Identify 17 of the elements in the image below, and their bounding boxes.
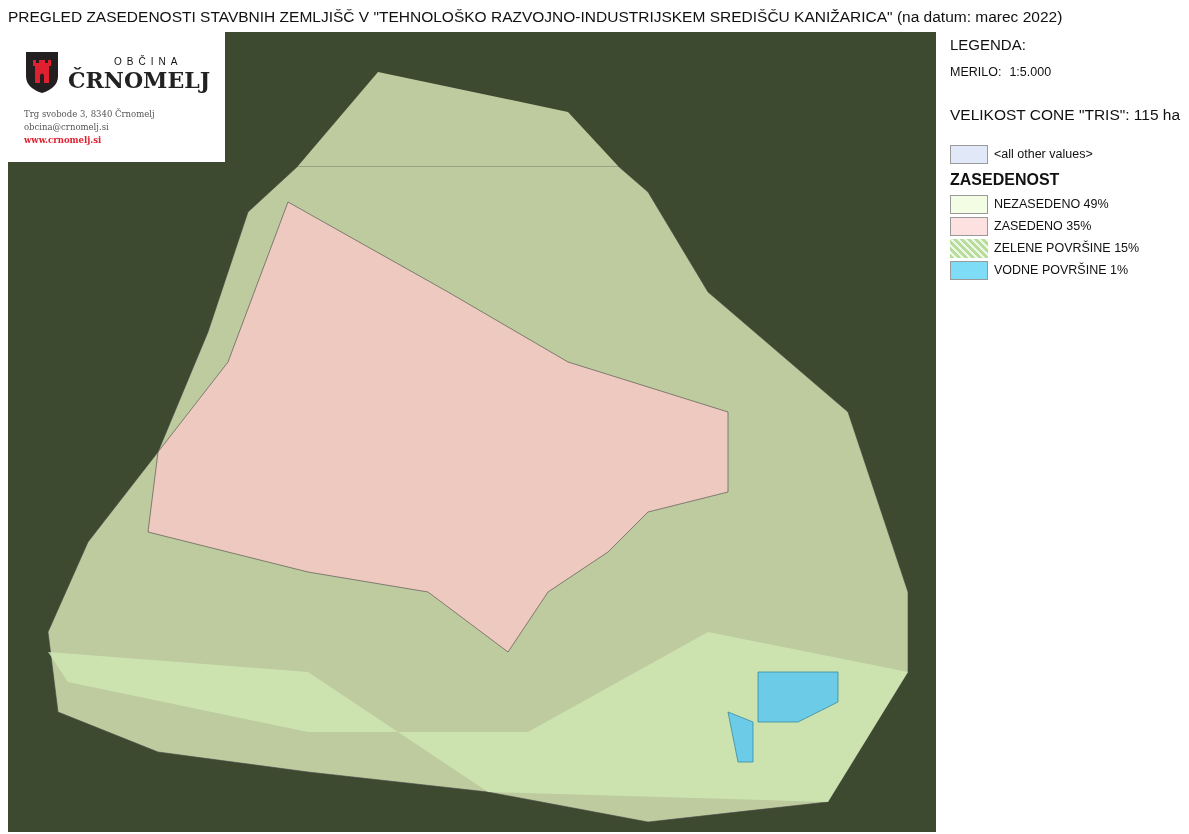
- zone-size-text: VELIKOST CONE "TRIS": 115 ha: [950, 105, 1181, 126]
- logo-name: ČRNOMELJ: [68, 68, 211, 91]
- email-text: obcina@crnomelj.si: [24, 120, 110, 134]
- legend-label: ZELENE POVRŠINE 15%: [994, 239, 1140, 257]
- legend-heading: LEGENDA:: [950, 35, 1027, 55]
- legend-label: VODNE POVRŠINE 1%: [994, 261, 1129, 279]
- map-title: PREGLED ZASEDENOSTI STAVBNIH ZEMLJIŠČ V "TEHNOLOŠKO RAZVOJNO-INDUSTRIJSKEM SREDIŠČU KANIŽARICA" (na datum: marec 2022): [7, 7, 1064, 27]
- address-text: Trg svobode 3, 8340 Črnomelj: [24, 108, 156, 121]
- scale-label: MERILO:: [950, 63, 1002, 81]
- legend-label: <all other values>: [994, 145, 1093, 163]
- legend-group-title: ZASEDENOST: [950, 169, 1061, 190]
- website-link[interactable]: www.crnomelj.si: [24, 133, 225, 147]
- logo-subtitle: OBČINA: [114, 54, 184, 67]
- scale-value: 1:5.000: [1009, 63, 1052, 81]
- legend-label: NEZASEDENO 49%: [994, 195, 1109, 213]
- legend-label: ZASEDENO 35%: [994, 217, 1092, 235]
- castle-shield-icon: [24, 50, 60, 94]
